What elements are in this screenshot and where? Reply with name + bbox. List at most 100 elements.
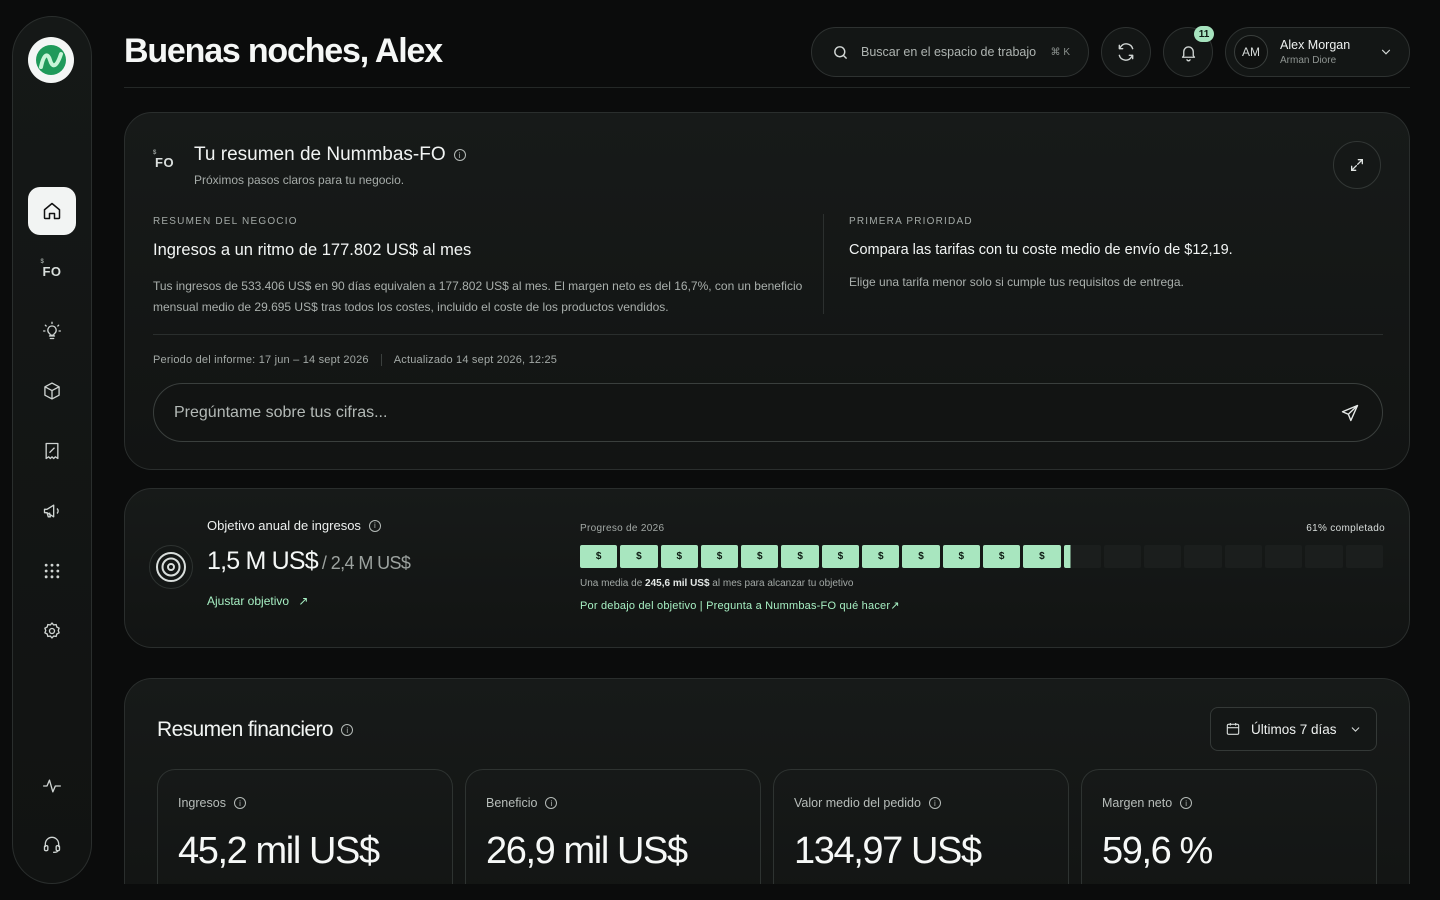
expand-icon — [1351, 159, 1363, 171]
kpi-label: Valor medio del pedido i — [794, 796, 941, 810]
goal-current: 1,5 M US$ — [207, 547, 319, 575]
progress-block: $ — [660, 545, 698, 568]
sidebar-item-apps[interactable] — [28, 547, 76, 595]
progress-block: $ — [620, 545, 658, 568]
goal-title: Objetivo anual de ingresos i — [207, 518, 381, 533]
progress-label: Progreso de 2026 — [580, 523, 665, 534]
progress-block — [1224, 545, 1263, 568]
kpi-value: 59,6 % — [1102, 830, 1213, 872]
info-icon[interactable]: i — [1180, 797, 1193, 809]
info-icon[interactable]: i — [545, 797, 558, 809]
info-icon[interactable]: i — [368, 519, 381, 532]
progress-block: $ — [942, 545, 980, 568]
progress-block: $ — [821, 545, 860, 568]
headset-icon — [43, 836, 61, 853]
notifications-button[interactable]: 11 — [1163, 26, 1214, 77]
grid-dots-icon — [44, 563, 60, 579]
progress-block: $ — [982, 545, 1021, 568]
business-summary-body: Tus ingresos de 533.406 US$ en 90 días e… — [153, 279, 803, 314]
sidebar-item-marketing[interactable] — [28, 487, 76, 535]
send-icon[interactable] — [1340, 403, 1360, 423]
ask-bar — [153, 383, 1383, 442]
progress-block — [1305, 545, 1343, 568]
first-priority-headline: Compara las tarifas con tu coste medio d… — [849, 242, 1233, 258]
progress-blocks: $ $ $ $ $ $ $ $ $ $ $ $ — [580, 545, 1383, 568]
first-priority: PRIMERA PRIORIDAD Compara las tarifas co… — [849, 216, 1379, 293]
fo-logo-icon: $ FO — [40, 258, 62, 279]
summary-title: Tu resumen de Nummbas-FO i — [194, 144, 466, 166]
logo-icon — [36, 45, 66, 75]
progress-block — [1345, 545, 1383, 568]
user-menu[interactable]: AM Alex Morgan Arman Diore — [1225, 27, 1410, 77]
report-period: Periodo del informe: 17 jun – 14 sept 20… — [153, 354, 369, 366]
arrow-up-right-icon: ↗ — [298, 594, 309, 608]
summary-divider — [153, 334, 1383, 335]
search-shortcut: ⌘ K — [1050, 46, 1070, 58]
box-icon — [44, 382, 60, 400]
progress-block: $ — [700, 545, 739, 568]
kpi-card-net-margin[interactable]: Margen neto i 59,6 % — [1081, 769, 1377, 899]
megaphone-icon — [43, 504, 59, 518]
sidebar-item-insights[interactable] — [28, 307, 76, 355]
info-icon[interactable]: i — [233, 797, 246, 809]
progress-block: $ — [1023, 545, 1061, 568]
date-range-select[interactable]: Últimos 7 días — [1210, 707, 1377, 751]
expand-button[interactable] — [1333, 141, 1381, 189]
goal-target: / 2,4 M US$ — [321, 553, 411, 573]
sidebar-item-reports[interactable] — [28, 427, 76, 475]
kpi-label: Ingresos i — [178, 796, 246, 810]
sidebar-item-activity[interactable] — [28, 762, 76, 810]
sidebar-item-support[interactable] — [28, 820, 76, 868]
page-greeting: Buenas noches, Alex — [124, 32, 443, 70]
kpi-value: 45,2 mil US$ — [178, 830, 380, 872]
report-meta: Periodo del informe: 17 jun – 14 sept 20… — [153, 354, 557, 366]
meta-separator — [380, 354, 382, 366]
date-range-label: Últimos 7 días — [1251, 721, 1337, 737]
progress-block — [1184, 545, 1222, 568]
kpi-value: 134,97 US$ — [794, 830, 982, 872]
progress-block: $ — [902, 545, 940, 568]
chevron-down-icon — [1381, 49, 1391, 55]
adjust-goal-link[interactable]: Ajustar objetivo ↗ — [207, 594, 308, 608]
search-icon — [834, 45, 847, 59]
search-bar[interactable]: Buscar en el espacio de trabajo ⌘ K — [811, 27, 1089, 77]
receipt-icon — [45, 442, 59, 460]
sidebar-item-settings[interactable] — [28, 607, 76, 655]
kpi-card-revenue[interactable]: Ingresos i 45,2 mil US$ — [157, 769, 453, 899]
kpi-card-profit[interactable]: Beneficio i 26,9 mil US$ — [465, 769, 761, 899]
chevron-down-icon — [1351, 726, 1360, 732]
progress-block: $ — [741, 545, 779, 568]
progress-block: $ — [781, 545, 819, 568]
kpi-card-aov[interactable]: Valor medio del pedido i 134,97 US$ — [773, 769, 1069, 899]
ask-input[interactable] — [174, 403, 1340, 422]
info-icon[interactable]: i — [340, 724, 353, 736]
sidebar-item-products[interactable] — [28, 367, 76, 415]
header-divider — [124, 87, 1410, 88]
info-icon[interactable]: i — [928, 797, 941, 809]
ask-goal-link[interactable]: Por debajo del objetivo | Pregunta a Num… — [580, 599, 900, 612]
summary-card: $ FO Tu resumen de Nummbas-FO i Próximos … — [124, 112, 1410, 470]
report-updated: Actualizado 14 sept 2026, 12:25 — [393, 354, 558, 366]
sidebar-item-fo[interactable]: $ FO — [28, 247, 76, 295]
progress-block — [1265, 545, 1303, 568]
kpi-label: Margen neto i — [1102, 796, 1193, 810]
financial-summary-card: Resumen financiero i Últimos 7 días Ingr… — [124, 678, 1410, 900]
progress-block: $ — [580, 545, 618, 568]
avatar: AM — [1234, 35, 1268, 69]
revenue-goal-card: Objetivo anual de ingresos i 1,5 M US$ /… — [124, 488, 1410, 648]
sync-button[interactable] — [1101, 27, 1151, 77]
progress-block — [1144, 545, 1182, 568]
calendar-icon — [1226, 723, 1240, 735]
progress-note: Una media de 245,6 mil US$ al mes para a… — [580, 578, 854, 589]
sidebar-item-home[interactable] — [28, 187, 76, 235]
notifications-badge: 11 — [1194, 26, 1214, 42]
search-placeholder[interactable]: Buscar en el espacio de trabajo — [861, 45, 1051, 59]
goal-value: 1,5 M US$ / 2,4 M US$ — [207, 547, 411, 576]
first-priority-eyebrow: PRIMERA PRIORIDAD — [849, 216, 973, 227]
user-subtitle: Arman Diore — [1280, 55, 1337, 66]
app-logo[interactable] — [28, 37, 74, 83]
info-icon[interactable]: i — [453, 149, 466, 161]
lightbulb-icon — [43, 321, 61, 340]
sidebar: $ FO — [12, 16, 92, 884]
target-icon — [149, 545, 193, 589]
